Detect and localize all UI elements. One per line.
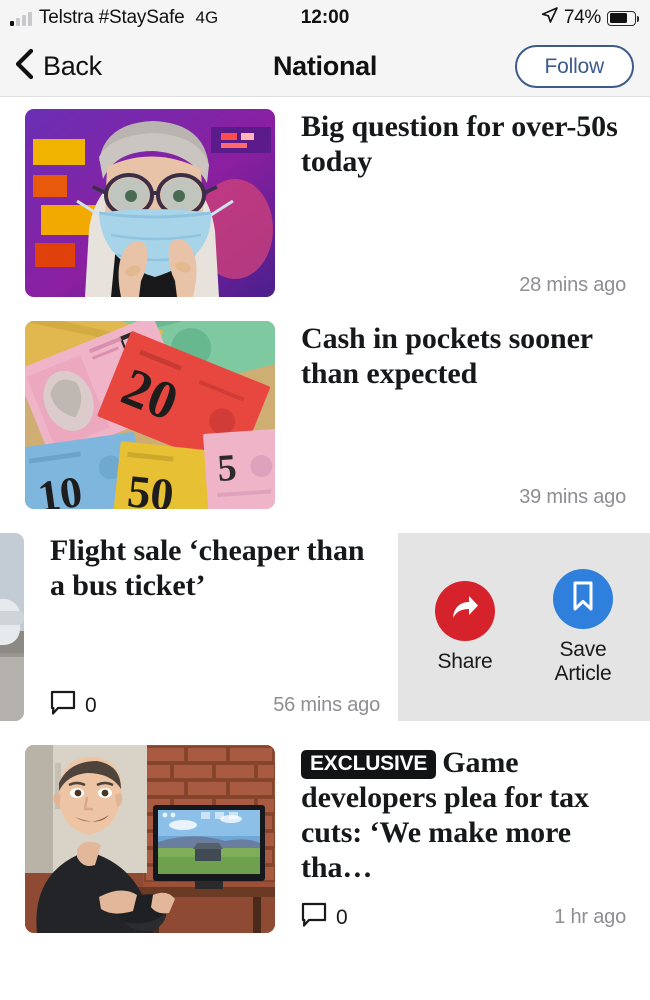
status-bar-left: Telstra #StaySafe 4G [10,7,541,29]
article-meta: 0 56 mins ago [50,680,380,721]
location-arrow-icon [541,7,558,29]
swipe-track: Flight sale ‘cheaper than a bus ticket’ … [0,533,650,721]
carrier-label: Telstra #StaySafe [39,7,185,28]
article-thumbnail[interactable] [25,109,275,297]
comment-bubble-icon [301,902,327,933]
battery-icon [607,10,640,26]
bookmark-icon [568,579,598,618]
share-label: Share [437,649,493,673]
article-timestamp: 56 mins ago [273,694,380,716]
comment-count: 0 [85,693,97,717]
comment-count: 0 [336,905,348,929]
comment-bubble-icon [50,690,76,721]
article-thumbnail[interactable]: 5 20 10 [25,321,275,509]
article-timestamp: 39 mins ago [519,486,626,508]
save-article-action-button[interactable]: Save Article [531,568,635,685]
swipe-action-panel: Share Save Article [398,533,650,721]
article-row[interactable]: 5 20 10 [0,309,650,521]
article-headline[interactable]: Cash in pockets sooner than expected [301,321,626,391]
save-article-label: Save Article [554,637,612,685]
article-headline[interactable]: EXCLUSIVE Game developers plea for tax cu… [301,745,626,885]
follow-button[interactable]: Follow [514,44,634,88]
network-type-label: 4G [195,8,219,27]
save-circle [553,568,613,629]
article-headline[interactable]: Big question for over-50s today [301,109,626,179]
back-label: Back [43,50,102,81]
article-thumbnail[interactable] [0,533,24,721]
exclusive-badge: EXCLUSIVE [301,750,437,779]
status-bar-right: 74% [541,7,640,29]
article-timestamp: 1 hr ago [554,906,626,928]
chevron-left-icon [14,48,34,85]
article-row-swiped[interactable]: Flight sale ‘cheaper than a bus ticket’ … [0,521,650,733]
article-meta: 39 mins ago [301,476,626,509]
back-button[interactable]: Back [14,48,102,85]
share-action-button[interactable]: Share [413,580,517,674]
article-timestamp: 28 mins ago [519,274,626,296]
article-row[interactable]: EXCLUSIVE Game developers plea for tax cu… [0,733,650,945]
svg-text:50: 50 [125,465,176,509]
app-screen: Telstra #StaySafe 4G 12:00 74% Back Nati… [0,0,650,1000]
article-content-wrapper[interactable]: Flight sale ‘cheaper than a bus ticket’ … [0,533,398,721]
article-row[interactable]: Big question for over-50s today 28 mins … [0,97,650,309]
battery-percent-label: 74% [563,7,601,28]
article-thumbnail[interactable] [25,745,275,933]
comment-button[interactable]: 0 [301,902,348,933]
signal-bars-icon [10,11,32,26]
share-arrow-icon [448,591,482,630]
article-meta: 0 1 hr ago [301,892,626,933]
svg-text:10: 10 [35,467,85,509]
article-content: EXCLUSIVE Game developers plea for tax cu… [275,745,626,933]
article-meta: 28 mins ago [301,264,626,297]
article-feed[interactable]: Big question for over-50s today 28 mins … [0,97,650,945]
article-headline[interactable]: Flight sale ‘cheaper than a bus ticket’ [50,533,380,603]
share-circle [435,580,495,641]
comment-button[interactable]: 0 [50,690,97,721]
navigation-bar: Back National Follow [0,36,650,97]
article-content: Flight sale ‘cheaper than a bus ticket’ … [24,533,380,721]
svg-text:5: 5 [216,447,238,490]
article-content: Cash in pockets sooner than expected 39 … [275,321,626,509]
status-bar: Telstra #StaySafe 4G 12:00 74% [0,0,650,36]
article-content: Big question for over-50s today 28 mins … [275,109,626,297]
